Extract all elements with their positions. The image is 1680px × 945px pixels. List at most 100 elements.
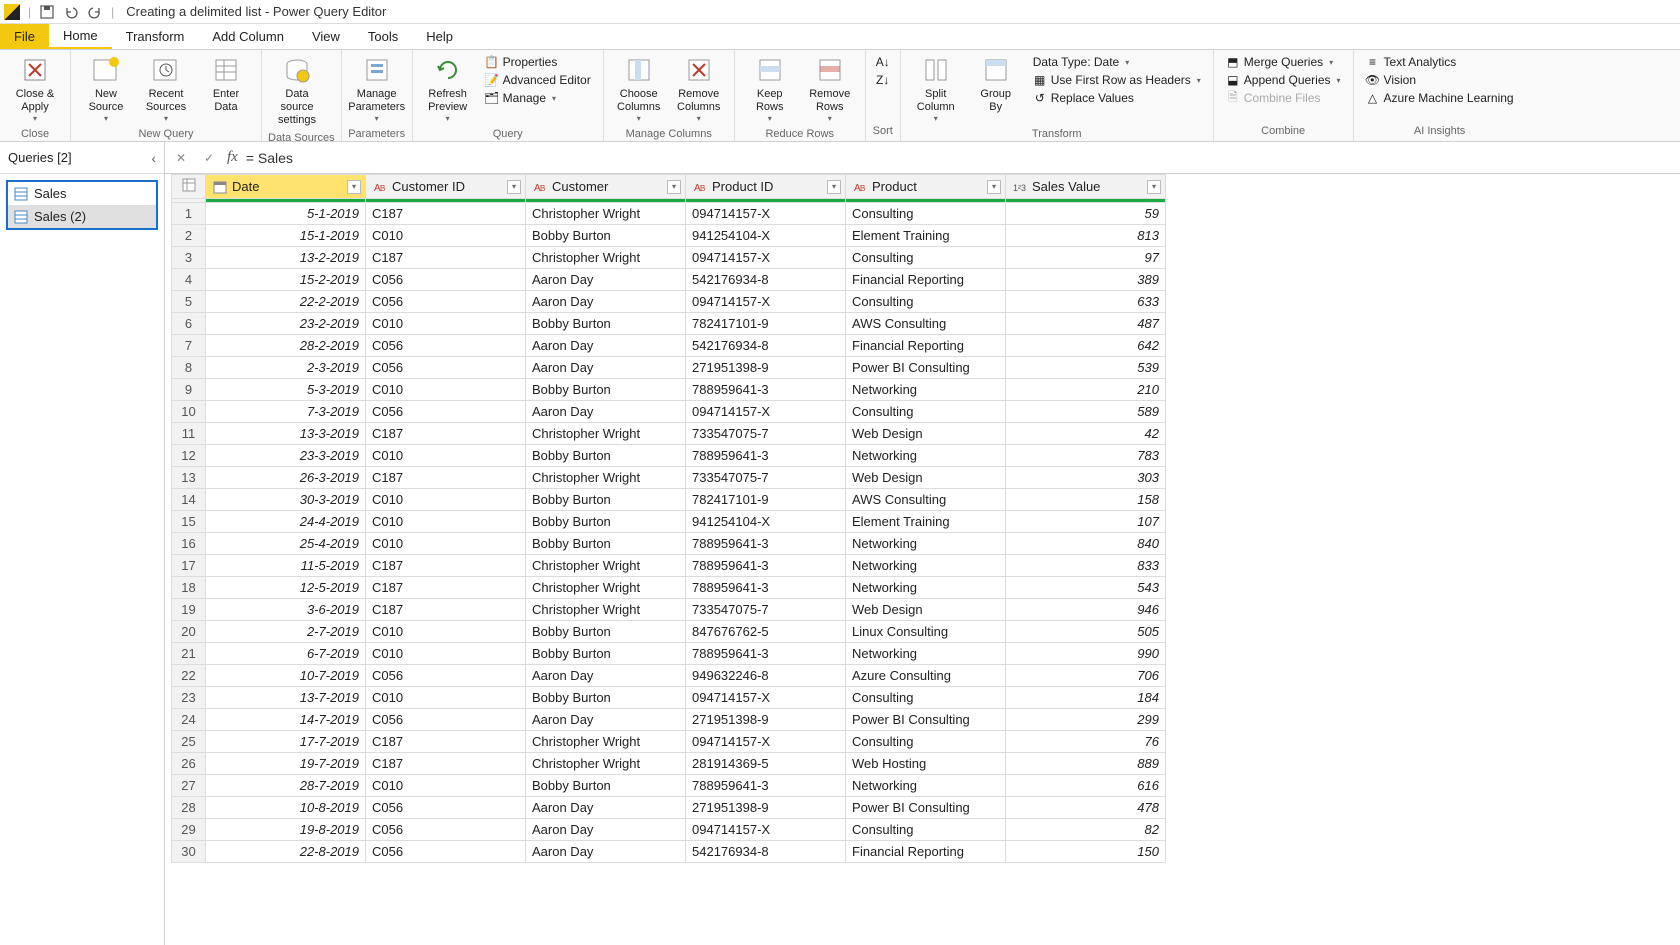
cell[interactable]: 542176934-8: [686, 335, 846, 357]
table-row[interactable]: 216-7-2019C010Bobby Burton788959641-3Net…: [172, 643, 1166, 665]
cell[interactable]: 12-5-2019: [206, 577, 366, 599]
table-row[interactable]: 215-1-2019C010Bobby Burton941254104-XEle…: [172, 225, 1166, 247]
cell[interactable]: 941254104-X: [686, 225, 846, 247]
cell[interactable]: 26-3-2019: [206, 467, 366, 489]
remove-rows-button[interactable]: Remove Rows▾: [801, 52, 859, 126]
cell[interactable]: C056: [366, 401, 526, 423]
cell[interactable]: C187: [366, 247, 526, 269]
cell[interactable]: Networking: [846, 643, 1006, 665]
cell[interactable]: C010: [366, 533, 526, 555]
cell[interactable]: 22-8-2019: [206, 841, 366, 863]
cell[interactable]: Azure Consulting: [846, 665, 1006, 687]
cell[interactable]: 094714157-X: [686, 203, 846, 225]
cell[interactable]: Web Design: [846, 467, 1006, 489]
choose-columns-button[interactable]: Choose Columns▾: [610, 52, 668, 126]
recent-sources-button[interactable]: Recent Sources▾: [137, 52, 195, 126]
cell[interactable]: C187: [366, 555, 526, 577]
row-number[interactable]: 27: [172, 775, 206, 797]
cell[interactable]: 97: [1006, 247, 1166, 269]
row-number[interactable]: 29: [172, 819, 206, 841]
table-row[interactable]: 82-3-2019C056Aaron Day271951398-9Power B…: [172, 357, 1166, 379]
cell[interactable]: Element Training: [846, 225, 1006, 247]
cell[interactable]: Web Design: [846, 423, 1006, 445]
cell[interactable]: 389: [1006, 269, 1166, 291]
sort-asc-button[interactable]: A↓: [874, 54, 892, 70]
row-number[interactable]: 15: [172, 511, 206, 533]
row-number[interactable]: 4: [172, 269, 206, 291]
cell[interactable]: 281914369-5: [686, 753, 846, 775]
table-row[interactable]: 2810-8-2019C056Aaron Day271951398-9Power…: [172, 797, 1166, 819]
cell[interactable]: 6-7-2019: [206, 643, 366, 665]
row-number[interactable]: 3: [172, 247, 206, 269]
cell[interactable]: AWS Consulting: [846, 313, 1006, 335]
cell[interactable]: Consulting: [846, 819, 1006, 841]
cell[interactable]: 094714157-X: [686, 291, 846, 313]
cell[interactable]: Networking: [846, 555, 1006, 577]
text-analytics-button[interactable]: ≡Text Analytics: [1364, 54, 1516, 70]
cell[interactable]: Aaron Day: [526, 335, 686, 357]
cell[interactable]: 76: [1006, 731, 1166, 753]
cell[interactable]: Power BI Consulting: [846, 357, 1006, 379]
cell[interactable]: 542176934-8: [686, 841, 846, 863]
row-number[interactable]: 9: [172, 379, 206, 401]
cell[interactable]: 25-4-2019: [206, 533, 366, 555]
accept-formula-icon[interactable]: ✓: [199, 148, 219, 168]
cell[interactable]: 949632246-8: [686, 665, 846, 687]
cell[interactable]: 59: [1006, 203, 1166, 225]
cell[interactable]: C187: [366, 599, 526, 621]
cell[interactable]: 15-1-2019: [206, 225, 366, 247]
cell[interactable]: Bobby Burton: [526, 379, 686, 401]
azure-ml-button[interactable]: △Azure Machine Learning: [1364, 90, 1516, 106]
cell[interactable]: C010: [366, 775, 526, 797]
column-header-product[interactable]: ABProduct▾: [846, 175, 1006, 199]
row-number[interactable]: 14: [172, 489, 206, 511]
cell[interactable]: 788959641-3: [686, 555, 846, 577]
sort-desc-button[interactable]: Z↓: [874, 72, 892, 88]
cell[interactable]: Financial Reporting: [846, 841, 1006, 863]
row-number[interactable]: 7: [172, 335, 206, 357]
cell[interactable]: 150: [1006, 841, 1166, 863]
cell[interactable]: C010: [366, 511, 526, 533]
cell[interactable]: 706: [1006, 665, 1166, 687]
table-row[interactable]: 2619-7-2019C187Christopher Wright2819143…: [172, 753, 1166, 775]
cell[interactable]: 783: [1006, 445, 1166, 467]
cell[interactable]: 22-2-2019: [206, 291, 366, 313]
cell[interactable]: C010: [366, 489, 526, 511]
collapse-queries-icon[interactable]: ‹: [151, 150, 156, 166]
cell[interactable]: 2-7-2019: [206, 621, 366, 643]
row-number[interactable]: 2: [172, 225, 206, 247]
cell[interactable]: 28-7-2019: [206, 775, 366, 797]
cell[interactable]: Consulting: [846, 731, 1006, 753]
tab-transform[interactable]: Transform: [112, 24, 199, 49]
tab-add-column[interactable]: Add Column: [198, 24, 298, 49]
cell[interactable]: 299: [1006, 709, 1166, 731]
cell[interactable]: 5-1-2019: [206, 203, 366, 225]
data-source-settings-button[interactable]: Data source settings: [268, 52, 326, 130]
cell[interactable]: 23-3-2019: [206, 445, 366, 467]
table-row[interactable]: 1524-4-2019C010Bobby Burton941254104-XEl…: [172, 511, 1166, 533]
table-row[interactable]: 1326-3-2019C187Christopher Wright7335470…: [172, 467, 1166, 489]
cell[interactable]: 13-2-2019: [206, 247, 366, 269]
row-number[interactable]: 24: [172, 709, 206, 731]
column-header-customer[interactable]: ABCustomer▾: [526, 175, 686, 199]
filter-dropdown-icon[interactable]: ▾: [987, 180, 1001, 194]
cell[interactable]: Christopher Wright: [526, 753, 686, 775]
table-row[interactable]: 3022-8-2019C056Aaron Day542176934-8Finan…: [172, 841, 1166, 863]
cell[interactable]: 2-3-2019: [206, 357, 366, 379]
cell[interactable]: Bobby Burton: [526, 533, 686, 555]
cell[interactable]: Bobby Burton: [526, 313, 686, 335]
cell[interactable]: Networking: [846, 445, 1006, 467]
save-icon[interactable]: [39, 4, 55, 20]
cell[interactable]: Power BI Consulting: [846, 709, 1006, 731]
cell[interactable]: 303: [1006, 467, 1166, 489]
cell[interactable]: 271951398-9: [686, 709, 846, 731]
cell[interactable]: 847676762-5: [686, 621, 846, 643]
cell[interactable]: 505: [1006, 621, 1166, 643]
cell[interactable]: 107: [1006, 511, 1166, 533]
cell[interactable]: 094714157-X: [686, 247, 846, 269]
cell[interactable]: 42: [1006, 423, 1166, 445]
cell[interactable]: 782417101-9: [686, 489, 846, 511]
row-number[interactable]: 17: [172, 555, 206, 577]
properties-button[interactable]: 📋Properties: [483, 54, 593, 70]
cell[interactable]: Bobby Burton: [526, 687, 686, 709]
